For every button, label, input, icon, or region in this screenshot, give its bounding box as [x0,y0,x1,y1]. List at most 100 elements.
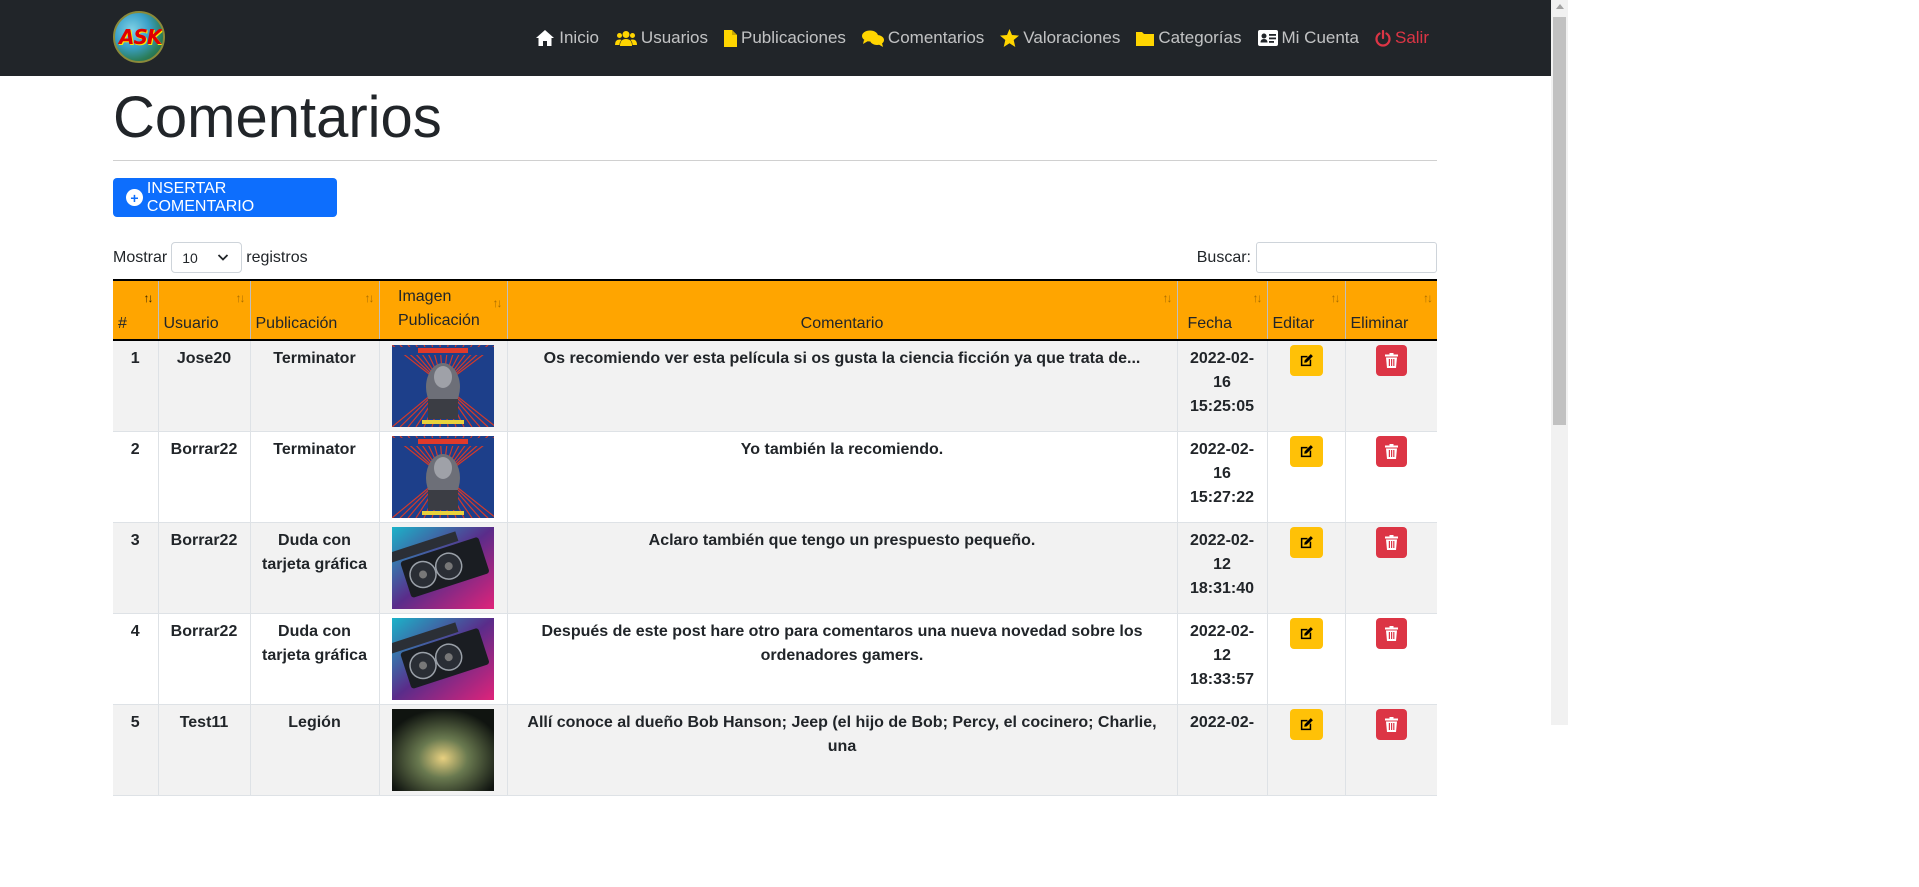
edit-icon [1300,354,1313,367]
trash-icon [1384,716,1398,732]
power-icon [1375,29,1391,47]
delete-button[interactable] [1375,526,1407,558]
nav-item-publicaciones[interactable]: Publicaciones [724,28,846,48]
insert-comment-button[interactable]: + INSERTAR COMENTARIO [113,178,337,217]
post-image [388,526,494,609]
page-length-select[interactable]: 10 [171,242,243,273]
cell-id: 3 [113,522,158,614]
insert-comment-label: INSERTAR COMENTARIO [146,179,255,215]
search-control: Buscar: [1197,242,1437,273]
edit-button[interactable] [1289,617,1323,649]
folder-icon [1136,31,1155,46]
cell-date: 2022-02-12 18:33:57 [1176,613,1267,705]
sort-icon: ↑↓ [1423,291,1433,305]
delete-button[interactable] [1375,617,1407,649]
cell-id: 5 [113,704,158,796]
cell-id: 2 [113,431,158,523]
column-header-comment[interactable]: ↑↓ Comentario [506,279,1177,341]
nav-item-usuarios[interactable]: Usuarios [614,28,709,48]
table-row: 5 Test11 Legión Allí conoce al dueño Bob Ha… [113,704,1437,796]
sort-icon: ↑↓ [364,291,375,305]
edit-button[interactable] [1289,345,1323,376]
cell-comment: Después de este post hare otro para come… [506,613,1177,705]
cell-comment: Aclaro también que tengo un prespuesto p… [506,522,1177,614]
cell-delete [1344,704,1437,796]
edit-button[interactable] [1289,526,1323,558]
nav-label: Comentarios [887,28,985,47]
nav-item-inicio[interactable]: Inicio [535,28,599,48]
sort-icon: ↑↓ [1162,291,1173,305]
cell-comment: Os recomiendo ver esta película si os gu… [506,340,1177,432]
cell-image [378,704,507,796]
cell-date: 2022-02-16 15:27:22 [1176,431,1267,523]
logo-text: ASK [119,25,162,49]
delete-button[interactable] [1375,435,1407,467]
sort-icon: ↑↓ [1330,291,1341,305]
cell-delete [1344,340,1437,432]
cell-comment: Allí conoce al dueño Bob Hanson; Jeep (e… [506,704,1177,796]
nav-item-valoraciones[interactable]: Valoraciones [1000,28,1120,48]
trash-icon [1384,353,1398,368]
page-length-value: 10 [182,249,198,266]
nav-label: Valoraciones [1023,28,1121,47]
nav-item-salir[interactable]: Salir [1375,28,1429,48]
cell-post: Duda con tarjeta gráfica [249,522,379,614]
nav-label: Mi Cuenta [1281,28,1359,47]
column-header-image[interactable]: ↑↓ Imagen Publicación [378,279,507,341]
edit-icon [1300,626,1313,639]
column-header-post[interactable]: ↑↓ Publicación [249,279,379,341]
column-header-id[interactable]: ↑↓ # [113,279,158,341]
cell-id: 1 [113,340,158,432]
plus-circle-icon: + [126,189,143,206]
scroll-up-arrow-icon[interactable] [1556,4,1564,9]
navbar: ASK Inicio Usuarios Publicaciones Coment… [0,0,1551,76]
nav-item-comentarios[interactable]: Comentarios [861,28,985,48]
nav-label: Categorías [1158,28,1242,47]
column-header-edit[interactable]: ↑↓ Editar [1266,279,1345,341]
delete-button[interactable] [1375,345,1407,376]
scrollbar[interactable] [1551,0,1568,725]
logo[interactable]: ASK [113,11,165,63]
nav-item-categorias[interactable]: Categorías [1136,28,1242,48]
sort-icon: ↑↓ [235,291,246,305]
post-image [391,435,497,518]
nav-label: Salir [1394,28,1429,47]
cell-image [378,340,507,432]
cell-delete [1344,431,1437,523]
cell-date: 2022-02-16 15:25:05 [1176,340,1267,432]
column-header-date[interactable]: ↑↓ Fecha [1176,279,1267,341]
search-input[interactable] [1256,242,1437,273]
id-card-icon [1257,30,1278,46]
nav-label: Usuarios [640,28,709,47]
cell-date: 2022-02- [1176,704,1267,796]
delete-button[interactable] [1375,708,1407,740]
cell-user: Test11 [157,704,250,796]
column-header-user[interactable]: ↑↓ Usuario [157,279,250,341]
sort-icon: ↑↓ [492,296,503,310]
scrollbar-thumb[interactable] [1553,17,1566,425]
nav-label: Publicaciones [741,28,846,47]
file-icon [724,29,738,47]
cell-image [378,613,507,705]
cell-post: Duda con tarjeta gráfica [249,613,379,705]
search-label: Buscar: [1196,248,1251,266]
edit-button[interactable] [1289,435,1323,467]
show-label: Mostrar [113,248,168,266]
table-header-row: ↑↓ # ↑↓ Usuario ↑↓ Publicación ↑↓ Imagen Pub… [113,279,1437,341]
trash-icon [1384,534,1398,550]
trash-icon [1384,443,1398,459]
cell-user: Borrar22 [157,522,250,614]
cell-edit [1266,431,1345,523]
comments-table: ↑↓ # ↑↓ Usuario ↑↓ Publicación ↑↓ Imagen Pub… [113,279,1437,796]
post-image [392,708,494,791]
users-icon [614,31,637,46]
cell-image [378,431,507,523]
edit-button[interactable] [1289,708,1323,740]
table-row: 1 Jose20 Terminator Os recomiendo ver esta … [113,340,1437,432]
cell-comment: Yo también la recomiendo. [506,431,1177,523]
cell-edit [1266,704,1345,796]
nav-item-mi-cuenta[interactable]: Mi Cuenta [1257,28,1359,48]
cell-date: 2022-02-12 18:31:40 [1176,522,1267,614]
cell-user: Jose20 [157,340,250,432]
column-header-delete[interactable]: ↑↓ Eliminar [1344,279,1437,341]
